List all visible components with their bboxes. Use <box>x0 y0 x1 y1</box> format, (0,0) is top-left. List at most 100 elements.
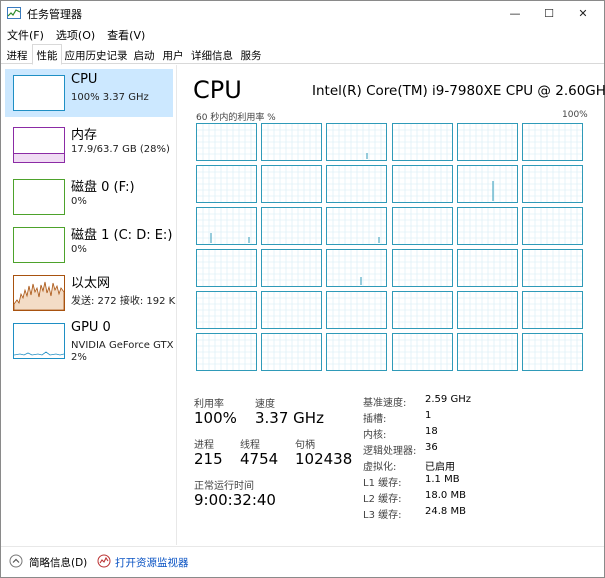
sidebar-item-disk-0[interactable]: 磁盘 0 (F:) 0% <box>5 173 173 221</box>
spec-label: 虚拟化: <box>363 462 397 473</box>
title-bar[interactable]: 任务管理器 — ☐ ✕ <box>1 1 604 25</box>
spec-label: L2 缓存: <box>363 494 402 505</box>
logical-processor-graph <box>522 291 583 329</box>
logical-processor-graph <box>391 333 453 371</box>
cpu-core-gridlines <box>523 208 582 244</box>
tab-bar: 进程 性能 应用历史记录 启动 用户 详细信息 服务 <box>1 44 604 65</box>
logical-processor-graph <box>196 165 257 203</box>
spec-value: 2.59 GHz <box>425 394 471 405</box>
brief-info-button[interactable]: 简略信息(D) <box>29 555 87 570</box>
sidebar-item-value: 100% 3.37 GHz <box>71 92 149 103</box>
spec-value: 已启用 <box>425 462 455 473</box>
cpu-core-gridlines <box>262 124 322 160</box>
cpu-core-gridlines <box>457 208 517 244</box>
chevron-up-icon[interactable] <box>9 554 23 568</box>
cpu-core-gridlines <box>392 124 452 160</box>
tab-users[interactable]: 用户 <box>159 46 187 64</box>
tab-services[interactable]: 服务 <box>237 46 265 64</box>
spec-label: 插槽: <box>363 414 387 425</box>
logical-processor-graph <box>391 249 453 287</box>
menu-bar: 文件(F) 选项(O) 查看(V) <box>1 25 151 43</box>
menu-file[interactable]: 文件(F) <box>1 25 50 43</box>
menu-options[interactable]: 选项(O) <box>50 25 101 43</box>
cpu-core-gridlines <box>262 166 322 202</box>
cpu-core-gridlines <box>457 334 517 370</box>
spec-value: 24.8 MB <box>425 506 466 517</box>
cpu-core-gridlines <box>327 250 387 286</box>
logical-processor-graph <box>326 123 388 161</box>
gpu-thumbnail <box>13 323 65 359</box>
graph-caption: 60 秒内的利用率 % <box>196 113 276 123</box>
cpu-core-gridlines <box>327 166 387 202</box>
cpu-core-gridlines <box>262 292 322 328</box>
cpu-core-gridlines <box>197 124 256 160</box>
tab-details[interactable]: 详细信息 <box>188 46 236 64</box>
sidebar-item-value: 0% <box>71 196 87 207</box>
cpu-core-gridlines <box>523 292 582 328</box>
tab-performance[interactable]: 性能 <box>32 44 62 65</box>
logical-processor-graph <box>522 123 583 161</box>
cpu-core-gridlines <box>197 208 256 244</box>
close-button[interactable]: ✕ <box>561 1 605 25</box>
sidebar-item-memory[interactable]: 内存 17.9/63.7 GB (28%) <box>5 121 173 169</box>
spec-value: 36 <box>425 442 438 453</box>
resource-monitor-icon[interactable] <box>97 554 111 568</box>
tab-startup[interactable]: 启动 <box>130 46 158 64</box>
sidebar-item-label: GPU 0 <box>71 320 111 335</box>
cpu-core-gridlines <box>523 124 582 160</box>
ethernet-graph <box>14 281 64 310</box>
sidebar-item-label: 以太网 <box>71 276 111 291</box>
utilization-value: 100% <box>194 409 237 427</box>
speed-label: 速度 <box>255 399 275 410</box>
open-resource-monitor-link[interactable]: 打开资源监视器 <box>115 555 189 570</box>
sidebar-item-cpu[interactable]: CPU 100% 3.37 GHz <box>5 69 173 117</box>
utilization-label: 利用率 <box>194 399 224 410</box>
cpu-core-gridlines <box>197 166 256 202</box>
handles-label: 句柄 <box>295 440 315 451</box>
uptime-label: 正常运行时间 <box>194 481 254 492</box>
sidebar-item-label: 磁盘 1 (C: D: E:) <box>71 228 173 243</box>
logical-processor-graph <box>196 249 257 287</box>
footer-bar: 简略信息(D) 打开资源监视器 <box>1 546 604 577</box>
logical-processor-graph <box>261 333 323 371</box>
sidebar-item-gpu-0[interactable]: GPU 0 NVIDIA GeForce GTX 2% <box>5 317 173 365</box>
processes-value: 215 <box>194 450 223 468</box>
logical-processor-graph <box>456 207 518 245</box>
sidebar-item-value: 0% <box>71 244 87 255</box>
logical-processor-graph <box>522 165 583 203</box>
cpu-core-gridlines <box>392 250 452 286</box>
cpu-core-gridlines <box>262 208 322 244</box>
disk-1-thumbnail <box>13 227 65 263</box>
cpu-core-gridlines <box>457 124 517 160</box>
spec-value: 18.0 MB <box>425 490 466 501</box>
cpu-core-gridlines <box>197 292 256 328</box>
tab-app-history[interactable]: 应用历史记录 <box>63 46 129 64</box>
sidebar-item-value: 发送: 272 接收: 192 Kl <box>71 296 177 307</box>
logical-processor-graph <box>196 333 257 371</box>
spec-label: 基准速度: <box>363 398 407 409</box>
cpu-core-gridlines <box>392 208 452 244</box>
logical-processor-graph <box>456 165 518 203</box>
cpu-detail-panel: CPU Intel(R) Core(TM) i9-7980XE CPU @ 2.… <box>181 65 605 545</box>
tab-processes[interactable]: 进程 <box>3 46 31 64</box>
cpu-core-gridlines <box>392 166 452 202</box>
spec-value: 18 <box>425 426 438 437</box>
menu-view[interactable]: 查看(V) <box>101 25 151 43</box>
gpu-graph <box>14 351 64 356</box>
page-title: CPU <box>193 76 242 104</box>
logical-processor-graph <box>326 333 388 371</box>
sidebar-item-disk-1[interactable]: 磁盘 1 (C: D: E:) 0% <box>5 221 173 269</box>
sidebar-item-ethernet[interactable]: 以太网 发送: 272 接收: 192 Kl <box>5 269 176 317</box>
threads-value: 4754 <box>240 450 279 468</box>
logical-processor-graph <box>196 207 257 245</box>
minimize-icon: — <box>509 6 521 20</box>
spec-value: 1.1 MB <box>425 474 460 485</box>
task-manager-app-icon <box>7 7 21 19</box>
cpu-core-gridlines <box>523 334 582 370</box>
logical-processor-graph <box>391 123 453 161</box>
logical-processor-graph <box>326 165 388 203</box>
task-manager-window: 任务管理器 — ☐ ✕ 文件(F) 选项(O) 查看(V) 进程 性能 应用历史… <box>0 0 605 578</box>
logical-processor-graph <box>326 291 388 329</box>
graph-max-label: 100% <box>562 110 588 120</box>
cpu-core-gridlines <box>523 250 582 286</box>
